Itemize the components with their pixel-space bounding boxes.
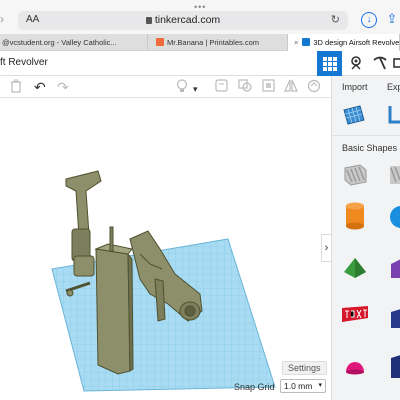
share-icon[interactable]: ⇪ [384, 12, 400, 28]
tab-email[interactable]: @vcstudent.org - Valley Catholic... [0, 34, 148, 51]
screen: ••• › AA tinkercad.com ↻ ↓ ⇪ @vcstudent.… [0, 0, 400, 400]
undo-icon[interactable]: ↶ [34, 79, 46, 95]
snap-grid-label: Snap Grid [234, 382, 275, 392]
printables-favicon [156, 38, 164, 46]
redo-icon[interactable]: ↷ [57, 79, 69, 95]
blocks-icon[interactable] [392, 55, 400, 71]
reload-icon[interactable]: ↻ [331, 13, 340, 26]
prism-shape[interactable] [388, 352, 400, 380]
gears-icon[interactable] [348, 55, 364, 71]
tab-tinkercad-label: 3D design Airsoft Revolver | Tinkercad [313, 38, 400, 47]
3d-view-button[interactable] [317, 51, 342, 76]
url-text: tinkercad.com [154, 14, 221, 26]
roof-shape[interactable] [388, 256, 400, 280]
download-icon[interactable]: ↓ [361, 12, 377, 28]
pickaxe-icon[interactable] [372, 55, 388, 71]
collapse-panel-button[interactable]: › [321, 234, 331, 262]
chevron-down-icon[interactable]: ▾ [193, 81, 198, 97]
tab-printables[interactable]: Mr.Banana | Printables.com [148, 34, 288, 51]
mirror-icon[interactable] [284, 79, 298, 96]
settings-button[interactable]: Settings [282, 361, 327, 375]
browser-toolbar: ••• › AA tinkercad.com ↻ ↓ ⇪ [0, 0, 400, 34]
tab-printables-label: Mr.Banana | Printables.com [167, 38, 259, 47]
edit-toolbar: ↶ ↷ ▾ [0, 76, 331, 98]
tinkercad-header: ft Revolver [0, 51, 400, 76]
3d-scene[interactable] [0, 99, 331, 400]
cylinder-hole-shape[interactable] [388, 162, 400, 186]
close-tab-icon[interactable]: × [294, 38, 298, 47]
forward-icon[interactable]: › [0, 12, 4, 26]
text-shape[interactable] [340, 304, 370, 326]
note-icon[interactable] [215, 79, 228, 96]
tab-bar: @vcstudent.org - Valley Catholic... Mr.B… [0, 34, 400, 51]
shape-category-select[interactable]: Basic Shapes [332, 135, 400, 159]
tab-tinkercad[interactable]: × 3D design Airsoft Revolver | Tinkercad [288, 34, 400, 51]
chevron-down-icon: ▾ [318, 382, 322, 389]
sphere-shape[interactable] [388, 204, 400, 230]
ruler-icon[interactable] [388, 104, 400, 126]
tinkercad-favicon [302, 38, 311, 46]
import-button[interactable]: Import [342, 82, 368, 92]
address-bar[interactable]: AA tinkercad.com ↻ [18, 11, 348, 30]
workplane-viewport[interactable]: Settings Snap Grid 1.0 mm ▾ › [0, 99, 331, 400]
light-bulb-icon[interactable] [176, 79, 188, 98]
cylinder-shape[interactable] [344, 201, 366, 231]
pyramid-shape[interactable] [342, 256, 368, 280]
shapes-panel: Import Expo Basic Shapes [331, 76, 400, 400]
workplane-tool-icon[interactable] [342, 104, 366, 126]
export-button[interactable]: Expo [387, 82, 400, 92]
half-sphere-shape[interactable] [344, 356, 366, 376]
trash-icon[interactable] [10, 79, 22, 97]
snap-grid-value: 1.0 mm [284, 381, 313, 391]
lock-icon [145, 17, 152, 24]
ungroup-icon[interactable] [262, 79, 275, 96]
group-icon[interactable] [238, 79, 252, 96]
tab-email-label: @vcstudent.org - Valley Catholic... [2, 38, 117, 47]
shape-category-label: Basic Shapes [342, 143, 398, 153]
box-shape[interactable] [388, 306, 400, 330]
box-hole-shape[interactable] [342, 162, 368, 186]
cruise-icon[interactable] [307, 79, 321, 97]
project-title[interactable]: ft Revolver [0, 57, 48, 68]
snap-grid-select[interactable]: 1.0 mm ▾ [280, 379, 326, 393]
